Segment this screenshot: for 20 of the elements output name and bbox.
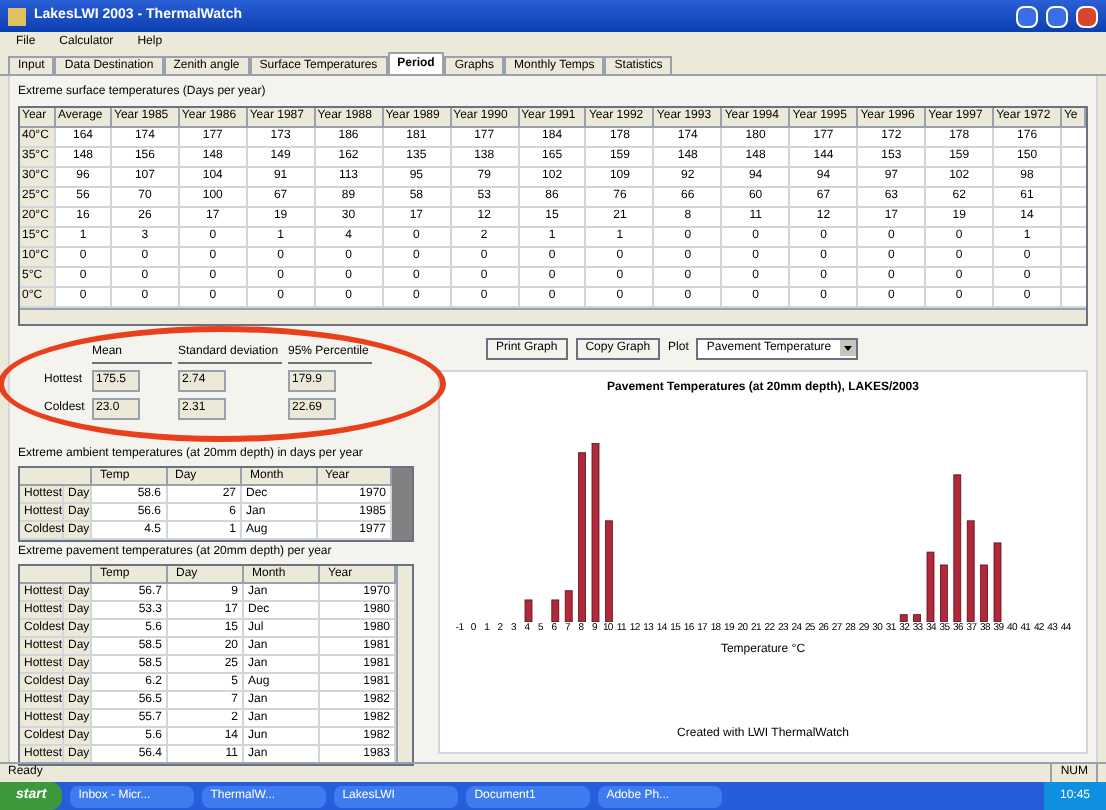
minimize-button[interactable] (1016, 5, 1038, 27)
vertical-scrollbar[interactable] (396, 566, 412, 764)
bar (898, 614, 907, 622)
bar (563, 590, 572, 622)
bar (925, 551, 934, 622)
bar (604, 520, 612, 622)
bar (523, 599, 532, 622)
bar (965, 520, 974, 622)
bar (912, 614, 920, 622)
bar (550, 599, 559, 622)
bar (992, 542, 1001, 622)
bar (979, 564, 987, 622)
maximize-button[interactable] (1046, 5, 1068, 27)
dropdown-arrow-icon (839, 340, 856, 356)
bar (939, 564, 947, 622)
header-corner (20, 468, 92, 486)
app-icon (8, 7, 26, 25)
close-button[interactable] (1076, 5, 1098, 27)
header-corner (20, 566, 92, 584)
horizontal-scrollbar[interactable] (20, 308, 1086, 324)
